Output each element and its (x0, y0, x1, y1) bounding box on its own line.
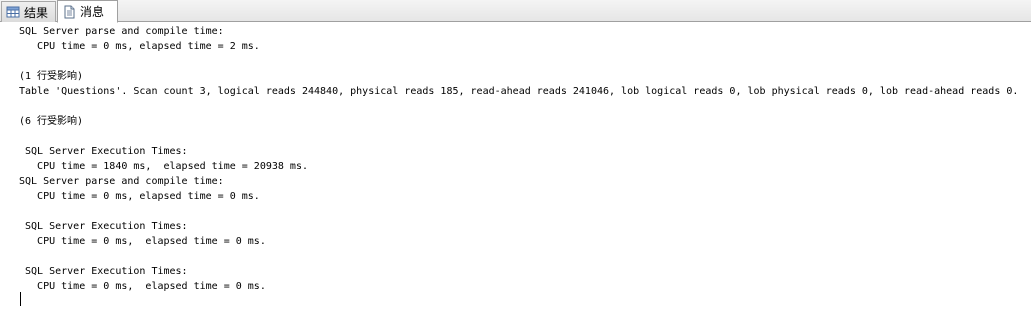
message-line: SQL Server parse and compile time: (19, 26, 224, 37)
text-caret (20, 292, 21, 306)
message-line (19, 129, 1027, 144)
message-line: CPU time = 0 ms, elapsed time = 0 ms. (19, 281, 266, 292)
results-tab-bar: 结果 消息 (0, 0, 1031, 23)
messages-output[interactable]: SQL Server parse and compile time: CPU t… (19, 24, 1027, 307)
tab-messages[interactable]: 消息 (57, 0, 118, 23)
message-line: (1 行受影响) (19, 71, 84, 82)
tab-results[interactable]: 结果 (1, 1, 56, 22)
message-line: SQL Server Execution Times: (19, 221, 188, 232)
tab-results-label: 结果 (24, 5, 49, 20)
message-line: SQL Server Execution Times: (19, 146, 188, 157)
message-line: CPU time = 0 ms, elapsed time = 0 ms. (19, 191, 260, 202)
document-icon (62, 5, 76, 19)
message-line: CPU time = 0 ms, elapsed time = 0 ms. (19, 236, 266, 247)
message-line (19, 204, 1027, 219)
message-line: SQL Server parse and compile time: (19, 176, 224, 187)
grid-icon (6, 5, 20, 19)
message-line: Table 'Questions'. Scan count 3, logical… (19, 86, 1019, 97)
message-line: CPU time = 0 ms, elapsed time = 2 ms. (19, 41, 260, 52)
message-line (19, 54, 1027, 69)
message-line (19, 99, 1027, 114)
message-line (19, 249, 1027, 264)
message-line: SQL Server Execution Times: (19, 266, 188, 277)
message-line: (6 行受影响) (19, 116, 84, 127)
tab-messages-label: 消息 (80, 5, 105, 19)
message-line: CPU time = 1840 ms, elapsed time = 20938… (19, 161, 308, 172)
